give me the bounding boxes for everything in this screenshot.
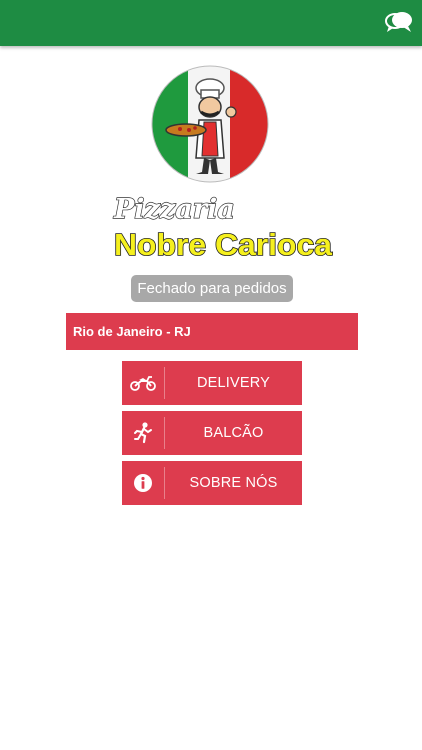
running-person-icon [122, 411, 164, 455]
status-badge: Fechado para pedidos [131, 275, 293, 302]
logo-line-1: Pizzaria [113, 194, 235, 225]
sobre-nos-label: SOBRE NÓS [189, 475, 278, 491]
balcao-label: BALCÃO [203, 425, 264, 441]
info-icon [122, 461, 164, 505]
pizzeria-logo: Pizzaria Nobre Carioca [100, 60, 340, 272]
sobre-nos-button[interactable]: SOBRE NÓS [122, 461, 302, 505]
city-selector[interactable]: Rio de Janeiro - RJ [66, 313, 358, 350]
motorcycle-icon [122, 361, 164, 405]
chat-button[interactable] [384, 9, 414, 37]
chat-bubbles-icon [385, 12, 412, 32]
balcao-button[interactable]: BALCÃO [122, 411, 302, 455]
delivery-button[interactable]: DELIVERY [122, 361, 302, 405]
logo-line-2: Nobre Carioca [114, 227, 333, 262]
delivery-label: DELIVERY [196, 375, 271, 391]
top-app-bar [0, 0, 422, 46]
